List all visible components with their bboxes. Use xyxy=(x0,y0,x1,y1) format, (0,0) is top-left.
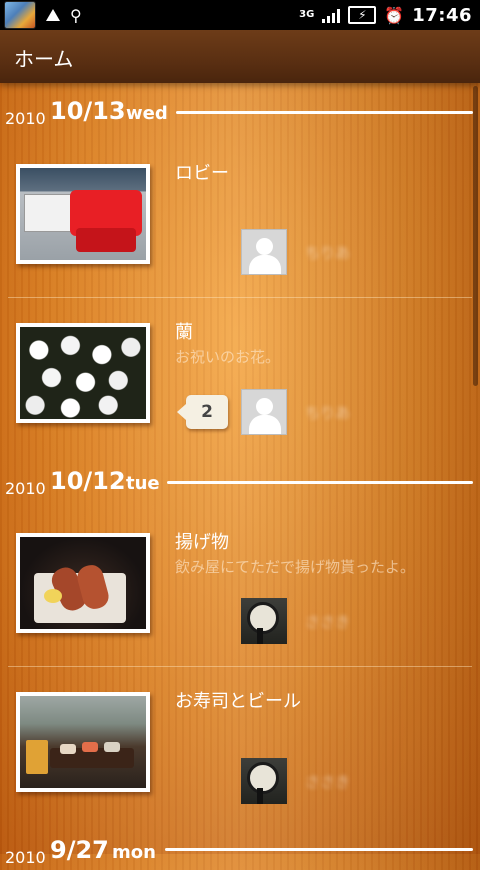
photo-thumbnail[interactable] xyxy=(16,164,150,264)
alarm-icon: ⏰ xyxy=(384,5,405,25)
author-name: ささき xyxy=(305,773,351,791)
status-bar: ⚲ 3G ⚡ ⏰ 17:46 xyxy=(0,0,480,30)
item-title: 蘭 xyxy=(175,322,193,343)
list-item[interactable]: 揚げ物 飲み屋にてただで揚げ物貰ったよ。 ささき xyxy=(0,516,480,667)
signal-icon xyxy=(322,7,341,23)
list-item[interactable]: お寿司とビール ささき xyxy=(0,667,480,817)
user-avatar-photo[interactable] xyxy=(241,758,287,804)
app-icon[interactable] xyxy=(4,1,36,29)
author-name: ちりあ xyxy=(305,244,351,262)
date-weekday: wed xyxy=(126,103,168,124)
usb-icon[interactable]: ⚲ xyxy=(70,6,82,25)
date-day: 9/27 xyxy=(50,836,109,864)
default-avatar-icon[interactable] xyxy=(241,389,287,435)
default-avatar-icon[interactable] xyxy=(241,229,287,275)
date-header: 2010 9/27 mon xyxy=(0,836,480,870)
clock: 17:46 xyxy=(412,4,472,26)
author-name: ささき xyxy=(305,613,351,631)
list-item[interactable]: 蘭 お祝いのお花。 2 ちりあ xyxy=(0,298,480,448)
title-bar: ホーム xyxy=(0,30,480,83)
item-title: 揚げ物 xyxy=(175,532,229,553)
item-description: 飲み屋にてただで揚げ物貰ったよ。 xyxy=(175,558,416,576)
date-year: 2010 xyxy=(5,479,46,498)
warning-icon[interactable] xyxy=(46,9,60,21)
date-divider xyxy=(167,481,473,484)
battery-charging-icon: ⚡ xyxy=(348,6,377,24)
date-divider xyxy=(165,848,473,851)
date-day: 10/12 xyxy=(50,467,126,495)
item-title: ロビー xyxy=(175,163,229,184)
photo-thumbnail[interactable] xyxy=(16,533,150,633)
date-year: 2010 xyxy=(5,109,46,128)
user-avatar-photo[interactable] xyxy=(241,598,287,644)
date-header: 2010 10/12 tue xyxy=(0,467,480,501)
date-divider xyxy=(176,111,473,114)
item-description: お祝いのお花。 xyxy=(175,348,281,366)
date-year: 2010 xyxy=(5,848,46,867)
author-name: ちりあ xyxy=(305,404,351,422)
item-title: お寿司とビール xyxy=(175,691,301,712)
page-title: ホーム xyxy=(14,47,74,71)
comment-count-badge[interactable]: 2 xyxy=(177,395,228,429)
date-day: 10/13 xyxy=(50,97,126,125)
photo-thumbnail[interactable] xyxy=(16,323,150,423)
date-header: 2010 10/13 wed xyxy=(0,97,480,131)
network-type: 3G xyxy=(299,9,315,20)
photo-thumbnail[interactable] xyxy=(16,692,150,792)
date-weekday: tue xyxy=(126,473,160,494)
date-weekday: mon xyxy=(112,842,156,863)
list-item[interactable]: ロビー ちりあ xyxy=(0,147,480,298)
